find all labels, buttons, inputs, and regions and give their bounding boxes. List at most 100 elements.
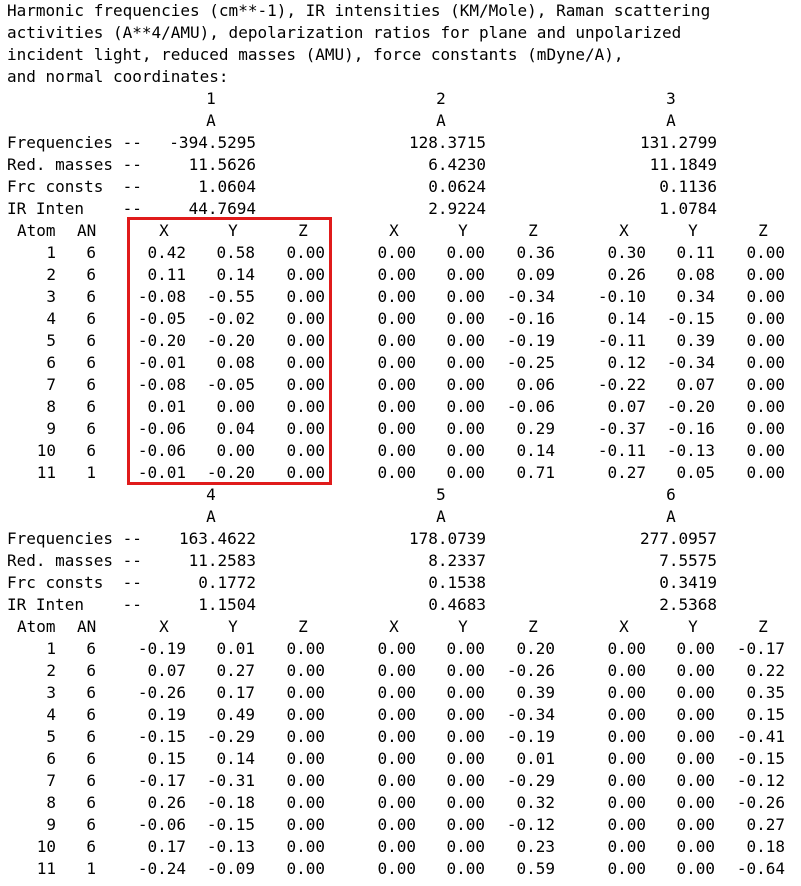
displacement-value: 0.00 bbox=[607, 705, 646, 724]
displacement-value: -0.10 bbox=[597, 287, 646, 306]
displacement-value: -0.08 bbox=[137, 287, 186, 306]
displacement-value: 0.00 bbox=[286, 375, 325, 394]
z-column-header: Z bbox=[298, 221, 308, 240]
displacement-value: 0.00 bbox=[377, 265, 416, 284]
displacement-value: 0.05 bbox=[676, 463, 715, 482]
displacement-value: 0.00 bbox=[446, 375, 485, 394]
atom-number: 2 bbox=[46, 265, 56, 284]
displacement-value: -0.12 bbox=[736, 771, 785, 790]
z-column-header: Z bbox=[298, 617, 308, 636]
x-column-header: X bbox=[619, 221, 629, 240]
atom-header-row: Atom AN X X X Y Y Y Z Z Z bbox=[7, 616, 801, 638]
displacement-value: 0.00 bbox=[676, 727, 715, 746]
property-label: Red. masses -- bbox=[7, 551, 142, 570]
displacement-value: -0.16 bbox=[506, 309, 555, 328]
displacement-value: 0.00 bbox=[377, 463, 416, 482]
displacement-value: -0.13 bbox=[206, 837, 255, 856]
displacement-value: -0.34 bbox=[506, 287, 555, 306]
property-label: Frc consts -- bbox=[7, 573, 142, 592]
displacement-value: 0.00 bbox=[746, 463, 785, 482]
property-label: Frequencies -- bbox=[7, 133, 142, 152]
displacement-value: 0.00 bbox=[377, 639, 416, 658]
displacement-value: -0.34 bbox=[666, 353, 715, 372]
mode-index: 5 bbox=[436, 485, 446, 504]
property-value: 8.2337 bbox=[428, 551, 486, 570]
mode-index: 4 bbox=[206, 485, 216, 504]
frequencies-row: Frequencies -- -394.5295 128.3715 131.2799 bbox=[7, 132, 801, 154]
displacement-value: -0.26 bbox=[506, 661, 555, 680]
x-column-header: X bbox=[389, 221, 399, 240]
atom-number: 5 bbox=[46, 727, 56, 746]
mode-index: 6 bbox=[666, 485, 676, 504]
atom-number: 4 bbox=[46, 309, 56, 328]
displacement-value: 0.00 bbox=[286, 705, 325, 724]
atom-row: 11 1 -0.01 -0.20 0.00 0.00 0.00 0.71 0.27 0.05 0.0… bbox=[7, 462, 801, 484]
displacement-value: 0.00 bbox=[286, 793, 325, 812]
displacement-value: 0.29 bbox=[516, 419, 555, 438]
ir-intensity-row: IR Inten -- 44.7694 2.9224 1.0784 bbox=[7, 198, 801, 220]
property-label: IR Inten -- bbox=[7, 199, 142, 218]
displacement-value: -0.17 bbox=[137, 771, 186, 790]
displacement-value: -0.29 bbox=[206, 727, 255, 746]
displacement-value: 0.00 bbox=[607, 793, 646, 812]
property-value: 131.2799 bbox=[639, 133, 717, 152]
x-column-header: X bbox=[619, 617, 629, 636]
reduced-masses-row: Red. masses -- 11.2583 8.2337 7.5575 bbox=[7, 550, 801, 572]
displacement-value: 0.00 bbox=[216, 441, 255, 460]
atomic-number: 6 bbox=[86, 705, 96, 724]
displacement-value: 0.00 bbox=[607, 661, 646, 680]
displacement-value: 0.00 bbox=[746, 397, 785, 416]
an-column-header: AN bbox=[77, 617, 97, 636]
displacement-value: -0.15 bbox=[137, 727, 186, 746]
displacement-value: 0.00 bbox=[746, 331, 785, 350]
displacement-value: 0.49 bbox=[216, 705, 255, 724]
atomic-number: 6 bbox=[86, 397, 96, 416]
ir-intensity-row: IR Inten -- 1.1504 0.4683 2.5368 bbox=[7, 594, 801, 616]
displacement-value: 0.00 bbox=[377, 353, 416, 372]
atom-number: 10 bbox=[36, 441, 56, 460]
atomic-number: 6 bbox=[86, 419, 96, 438]
displacement-value: 0.00 bbox=[377, 419, 416, 438]
displacement-value: -0.02 bbox=[206, 309, 255, 328]
displacement-value: 0.00 bbox=[377, 683, 416, 702]
displacement-value: 0.00 bbox=[286, 441, 325, 460]
property-value: 0.0624 bbox=[428, 177, 486, 196]
atom-header-row: Atom AN X X X Y Y Y Z Z Z bbox=[7, 220, 801, 242]
atomic-number: 6 bbox=[86, 815, 96, 834]
displacement-value: 0.00 bbox=[446, 441, 485, 460]
displacement-value: -0.26 bbox=[137, 683, 186, 702]
displacement-value: 0.23 bbox=[516, 837, 555, 856]
displacement-value: 0.00 bbox=[377, 397, 416, 416]
gaussian-output-document: Harmonic frequencies (cm**-1), IR intens… bbox=[7, 0, 801, 880]
y-column-header: Y bbox=[458, 617, 468, 636]
mode-symmetry: A bbox=[436, 111, 446, 130]
displacement-value: 0.00 bbox=[446, 639, 485, 658]
atom-column-header: Atom bbox=[17, 221, 56, 240]
atomic-number: 1 bbox=[86, 859, 96, 878]
displacement-value: 0.18 bbox=[746, 837, 785, 856]
displacement-value: 0.00 bbox=[377, 441, 416, 460]
atom-row: 5 6 -0.20 -0.20 0.00 0.00 0.00 -0.19 -0.11 0.39 0.… bbox=[7, 330, 801, 352]
displacement-value: 0.00 bbox=[286, 419, 325, 438]
displacement-value: -0.55 bbox=[206, 287, 255, 306]
z-column-header: Z bbox=[528, 617, 538, 636]
property-value: 0.1136 bbox=[659, 177, 717, 196]
displacement-value: 0.00 bbox=[446, 419, 485, 438]
displacement-value: -0.26 bbox=[736, 793, 785, 812]
mode-index: 2 bbox=[436, 89, 446, 108]
displacement-value: 0.00 bbox=[286, 683, 325, 702]
displacement-value: 0.00 bbox=[446, 353, 485, 372]
displacement-value: -0.17 bbox=[736, 639, 785, 658]
z-column-header: Z bbox=[758, 617, 768, 636]
header-line: incident light, reduced masses (AMU), fo… bbox=[7, 45, 624, 64]
property-value: -394.5295 bbox=[169, 133, 256, 152]
displacement-value: 0.08 bbox=[216, 353, 255, 372]
atom-row: 9 6 -0.06 0.04 0.00 0.00 0.00 0.29 -0.37 -0.16 0.0… bbox=[7, 418, 801, 440]
atom-row: 8 6 0.26 -0.18 0.00 0.00 0.00 0.32 0.00 0.00 -0.26 bbox=[7, 792, 801, 814]
z-column-header: Z bbox=[758, 221, 768, 240]
displacement-value: -0.37 bbox=[597, 419, 646, 438]
displacement-value: 0.19 bbox=[147, 705, 186, 724]
displacement-value: 0.00 bbox=[446, 243, 485, 262]
displacement-value: 0.00 bbox=[286, 331, 325, 350]
displacement-value: -0.34 bbox=[506, 705, 555, 724]
